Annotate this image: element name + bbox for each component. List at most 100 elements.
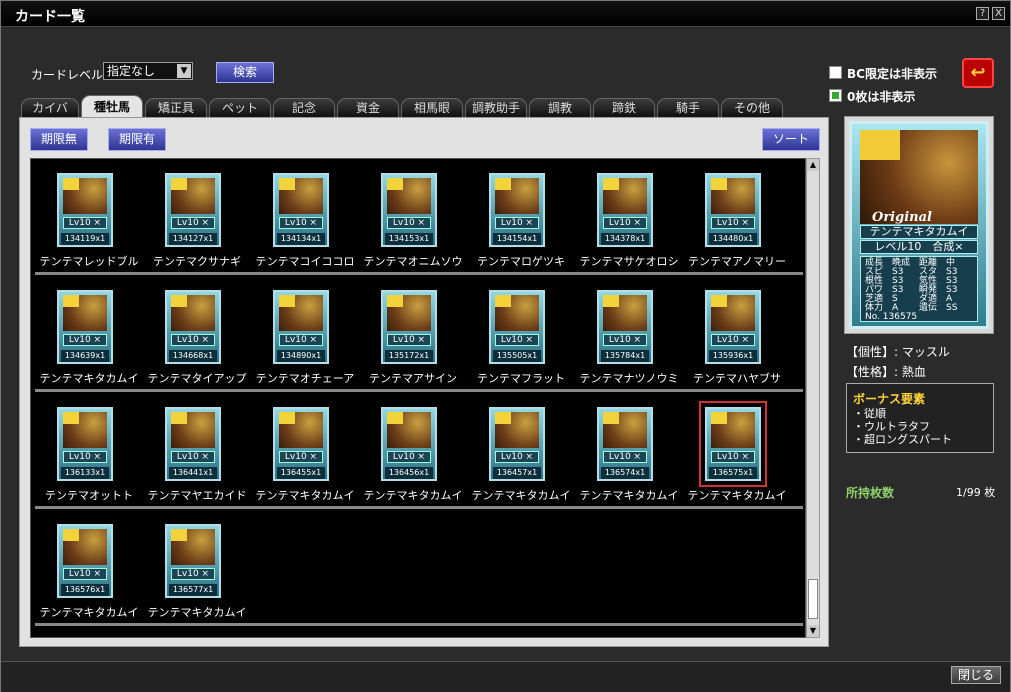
- card-id: 134378x1: [601, 233, 649, 245]
- tab-5[interactable]: 資金: [337, 98, 399, 117]
- hide-zero-label: 0枚は非表示: [847, 90, 916, 104]
- tab-2[interactable]: 矯正具: [145, 98, 207, 117]
- horse-art: [495, 178, 539, 214]
- card-item[interactable]: Lv10 × 135784x1 テンテマナツノウミ: [575, 276, 683, 392]
- card-item[interactable]: Lv10 × 136457x1 テンテマキタカムイ: [467, 393, 575, 509]
- card-name: テンテマロゲツキ: [477, 255, 565, 268]
- bonus-item: ・ウルトラタフ: [853, 420, 930, 433]
- tab-unlimited[interactable]: 期限無: [30, 128, 88, 151]
- tab-11[interactable]: その他: [721, 98, 783, 117]
- card-item[interactable]: Lv10 × 134153x1 テンテマオニムソウ: [359, 159, 467, 275]
- card-item[interactable]: Lv10 × 134119x1 テンテマレッドブル: [35, 159, 143, 275]
- card-item[interactable]: Lv10 × 136456x1 テンテマキタカムイ: [359, 393, 467, 509]
- horse-art: [711, 295, 755, 331]
- card-item[interactable]: Lv10 × 136133x1 テンテマオットト: [35, 393, 143, 509]
- tab-limited[interactable]: 期限有: [108, 128, 166, 151]
- horse-art: [171, 178, 215, 214]
- tab-1[interactable]: 種牡馬: [81, 95, 143, 117]
- card-thumbnail[interactable]: Lv10 × 134378x1: [597, 173, 653, 247]
- help-button[interactable]: ?: [976, 7, 989, 20]
- card-thumbnail[interactable]: Lv10 × 135172x1: [381, 290, 437, 364]
- card-thumbnail[interactable]: Lv10 × 136574x1: [597, 407, 653, 481]
- card-item[interactable]: Lv10 × 134154x1 テンテマロゲツキ: [467, 159, 575, 275]
- card-level: Lv10 ×: [711, 217, 755, 229]
- window-title: カード一覧: [15, 9, 85, 25]
- hide-zero-checkbox[interactable]: [829, 89, 842, 102]
- stat-cell: 遺伝: [919, 303, 938, 313]
- close-button[interactable]: 閉じる: [951, 666, 1001, 684]
- card-id: 136577x1: [169, 584, 217, 596]
- card-item[interactable]: Lv10 × 136441x1 テンテマヤエカイド: [143, 393, 251, 509]
- card-thumbnail[interactable]: Lv10 × 136576x1: [57, 524, 113, 598]
- detail-name: テンテマキタカムイ: [860, 225, 978, 239]
- card-item[interactable]: Lv10 × 134480x1 テンテマアノマリー: [683, 159, 791, 275]
- card-item[interactable]: Lv10 × 136577x1 テンテマキタカムイ: [143, 510, 251, 626]
- search-button[interactable]: 検索: [216, 62, 274, 83]
- card-thumbnail[interactable]: Lv10 × 135936x1: [705, 290, 761, 364]
- card-thumbnail[interactable]: Lv10 × 134154x1: [489, 173, 545, 247]
- sort-button[interactable]: ソート: [762, 128, 820, 151]
- card-item[interactable]: Lv10 × 134134x1 テンテマコイココロ: [251, 159, 359, 275]
- hide-bc-checkbox[interactable]: [829, 66, 842, 79]
- card-thumbnail[interactable]: Lv10 × 136575x1: [699, 401, 767, 487]
- horse-art: [495, 295, 539, 331]
- tab-8[interactable]: 調教: [529, 98, 591, 117]
- card-item[interactable]: Lv10 × 135172x1 テンテマアサイン: [359, 276, 467, 392]
- scroll-up-icon[interactable]: ▲: [807, 159, 819, 171]
- scrollbar[interactable]: ▲ ▼: [806, 158, 820, 638]
- tab-3[interactable]: ペット: [209, 98, 271, 117]
- card-item[interactable]: Lv10 × 136455x1 テンテマキタカムイ: [251, 393, 359, 509]
- card-id: 136456x1: [385, 467, 433, 479]
- card-thumbnail[interactable]: Lv10 × 136441x1: [165, 407, 221, 481]
- horse-art: [603, 178, 647, 214]
- card-thumbnail[interactable]: Lv10 × 134153x1: [381, 173, 437, 247]
- horse-art: [63, 178, 107, 214]
- card-thumbnail[interactable]: Lv10 × 134668x1: [165, 290, 221, 364]
- card-thumbnail[interactable]: Lv10 × 134639x1: [57, 290, 113, 364]
- chevron-down-icon[interactable]: ▼: [177, 64, 191, 78]
- window-close-button[interactable]: X: [992, 7, 1005, 20]
- tab-10[interactable]: 騎手: [657, 98, 719, 117]
- card-thumbnail[interactable]: Lv10 × 136455x1: [273, 407, 329, 481]
- horse-art: [63, 412, 107, 448]
- scroll-down-icon[interactable]: ▼: [807, 625, 819, 637]
- card-thumbnail[interactable]: Lv10 × 136577x1: [165, 524, 221, 598]
- card-thumbnail[interactable]: Lv10 × 135784x1: [597, 290, 653, 364]
- card-level-select[interactable]: 指定なし ▼: [103, 62, 193, 80]
- card-thumbnail[interactable]: Lv10 × 136457x1: [489, 407, 545, 481]
- card-thumbnail[interactable]: Lv10 × 134890x1: [273, 290, 329, 364]
- tab-6[interactable]: 相馬眼: [401, 98, 463, 117]
- card-level: Lv10 ×: [171, 451, 215, 463]
- card-thumbnail[interactable]: Lv10 × 135505x1: [489, 290, 545, 364]
- card-thumbnail[interactable]: Lv10 × 136456x1: [381, 407, 437, 481]
- card-thumbnail[interactable]: Lv10 × 134127x1: [165, 173, 221, 247]
- card-name: テンテマキタカムイ: [39, 606, 139, 619]
- card-level: Lv10 ×: [63, 334, 107, 346]
- card-item[interactable]: Lv10 × 136576x1 テンテマキタカムイ: [35, 510, 143, 626]
- card-thumbnail[interactable]: Lv10 × 136133x1: [57, 407, 113, 481]
- footer-bar: [1, 661, 1010, 692]
- card-item[interactable]: Lv10 × 134378x1 テンテマサケオロシ: [575, 159, 683, 275]
- card-item[interactable]: Lv10 × 135936x1 テンテマハヤブサ: [683, 276, 791, 392]
- tab-0[interactable]: カイバ: [21, 98, 79, 117]
- card-item[interactable]: Lv10 × 134639x1 テンテマキタカムイ: [35, 276, 143, 392]
- card-name: テンテマヤエカイド: [147, 489, 247, 502]
- card-thumbnail[interactable]: Lv10 × 134134x1: [273, 173, 329, 247]
- return-arrow-icon[interactable]: ↩: [962, 58, 994, 88]
- card-item[interactable]: Lv10 × 134127x1 テンテマクサナギ: [143, 159, 251, 275]
- card-thumbnail[interactable]: Lv10 × 134480x1: [705, 173, 761, 247]
- title-bar: カード一覧 ? X: [1, 1, 1010, 27]
- bonus-title: ボーナス要素: [853, 392, 926, 406]
- tab-4[interactable]: 記念: [273, 98, 335, 117]
- card-thumbnail[interactable]: Lv10 × 134119x1: [57, 173, 113, 247]
- scroll-thumb[interactable]: [808, 579, 818, 619]
- card-item[interactable]: Lv10 × 134668x1 テンテマタイアップ: [143, 276, 251, 392]
- horse-art: [711, 178, 755, 214]
- card-item[interactable]: Lv10 × 134890x1 テンテマオチェーア: [251, 276, 359, 392]
- card-item[interactable]: Lv10 × 136575x1 テンテマキタカムイ: [683, 393, 791, 509]
- card-item[interactable]: Lv10 × 135505x1 テンテマフラット: [467, 276, 575, 392]
- tab-9[interactable]: 蹄鉄: [593, 98, 655, 117]
- card-item[interactable]: Lv10 × 136574x1 テンテマキタカムイ: [575, 393, 683, 509]
- tab-7[interactable]: 調教助手: [465, 98, 527, 117]
- card-row: Lv10 × 134639x1 テンテマキタカムイ Lv10 × 134668x1 テンテ…: [35, 276, 803, 392]
